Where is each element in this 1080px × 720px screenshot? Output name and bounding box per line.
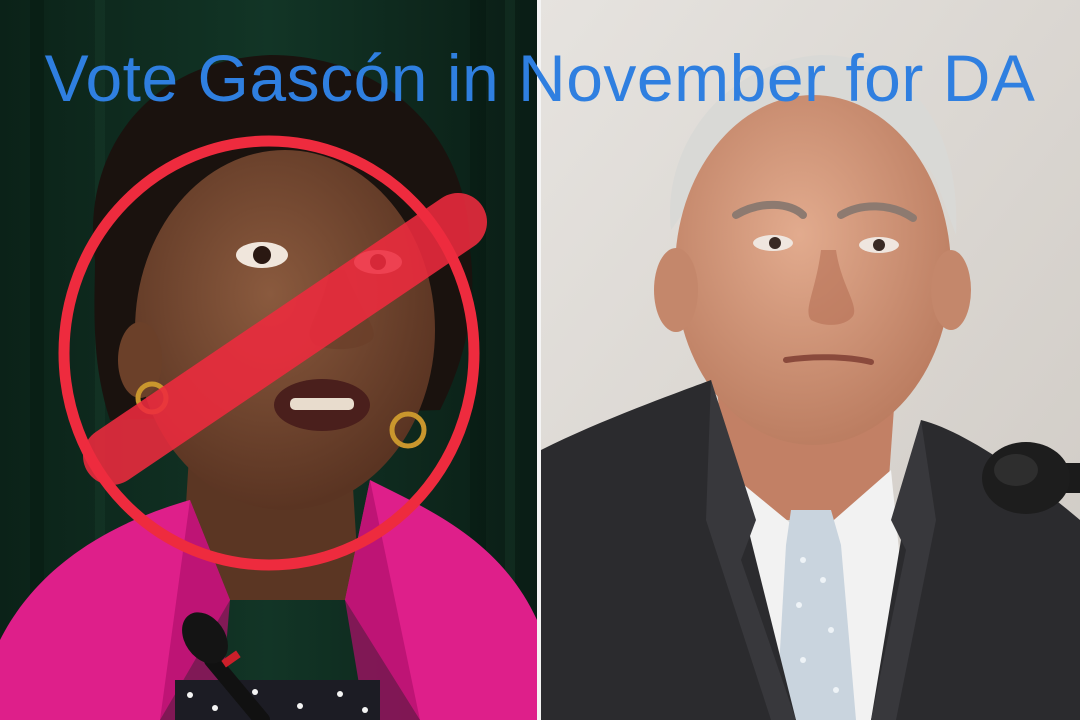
headline-text: Vote Gascón in November for DA (44, 41, 1036, 115)
face (675, 95, 951, 445)
prohibition-slash (83, 193, 487, 485)
left-ear (654, 248, 698, 332)
right-ear (931, 250, 971, 330)
